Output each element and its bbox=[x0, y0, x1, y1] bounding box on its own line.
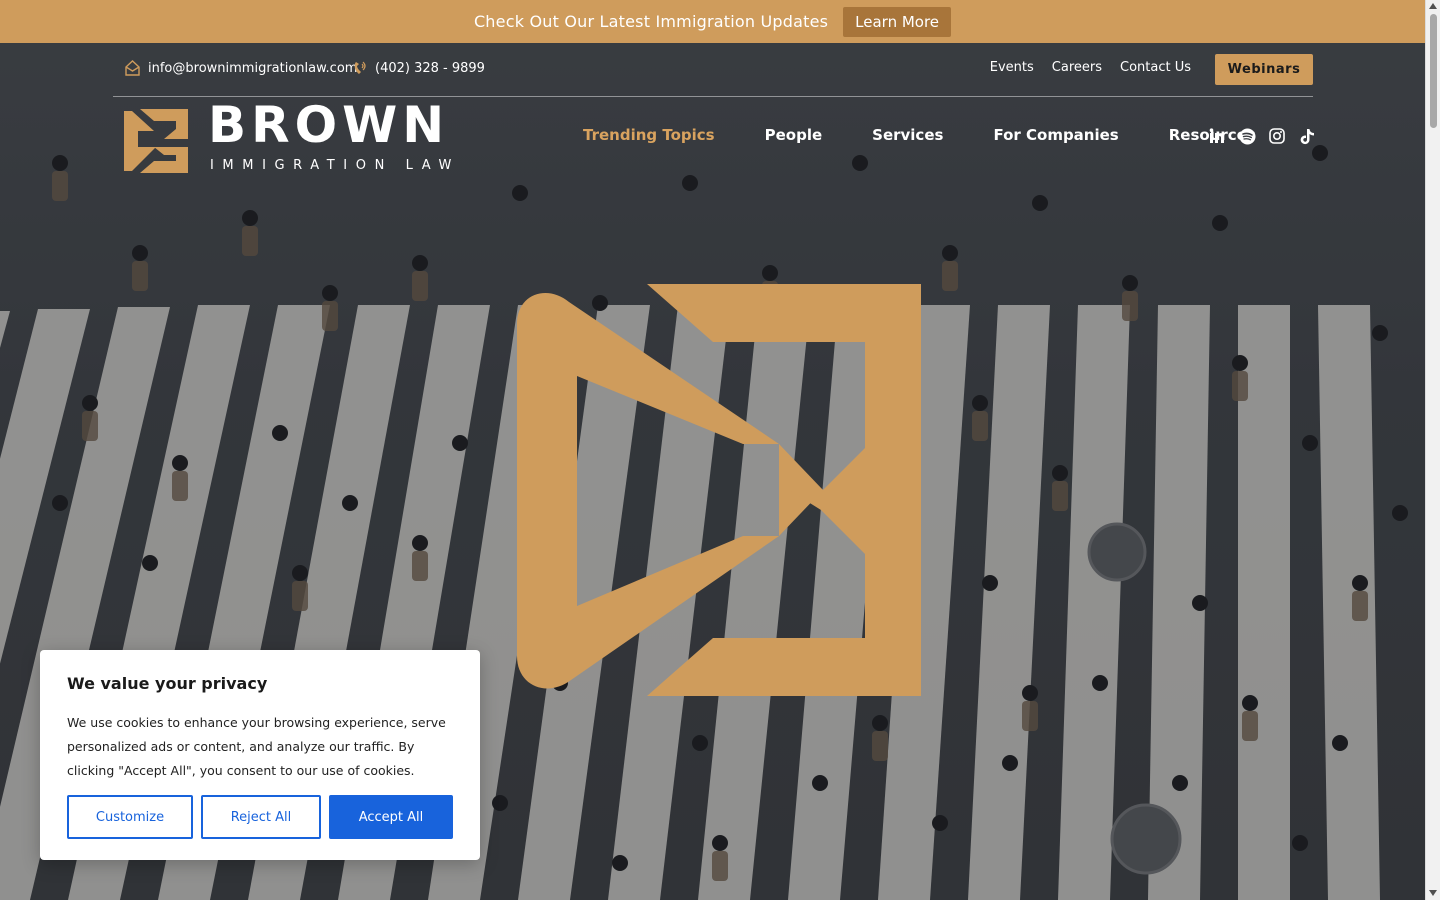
brand-mark-icon bbox=[124, 109, 188, 173]
hero-brand-mark bbox=[517, 284, 921, 696]
nav-people[interactable]: People bbox=[765, 126, 823, 144]
announcement-bar: Check Out Our Latest Immigration Updates… bbox=[0, 0, 1425, 43]
page-scrollbar[interactable] bbox=[1425, 0, 1440, 900]
main-nav: Trending Topics People Services For Comp… bbox=[583, 126, 1256, 144]
tiktok-icon[interactable] bbox=[1298, 127, 1316, 145]
careers-link[interactable]: Careers bbox=[1052, 60, 1102, 75]
scroll-down-icon[interactable] bbox=[1429, 890, 1437, 896]
cookie-description: We use cookies to enhance your browsing … bbox=[67, 715, 446, 778]
events-link[interactable]: Events bbox=[990, 60, 1034, 75]
customize-button[interactable]: Customize bbox=[67, 795, 193, 839]
cookie-consent-dialog: We value your privacy We use cookies to … bbox=[40, 650, 480, 860]
brand-logo[interactable]: BROWN IMMIGRATION LAW bbox=[124, 100, 474, 176]
social-links bbox=[1208, 127, 1316, 145]
logo-wordmark: BROWN bbox=[208, 96, 450, 154]
email-link[interactable]: info@brownimmigrationlaw.com bbox=[125, 60, 357, 76]
instagram-icon[interactable] bbox=[1268, 127, 1286, 145]
envelope-icon bbox=[125, 60, 140, 76]
scroll-thumb[interactable] bbox=[1430, 14, 1437, 128]
cookie-title: We value your privacy bbox=[67, 674, 268, 693]
reject-all-button[interactable]: Reject All bbox=[201, 795, 321, 839]
cookie-actions: Customize Reject All Accept All bbox=[67, 795, 453, 839]
phone-icon bbox=[354, 61, 366, 74]
linkedin-icon[interactable] bbox=[1208, 127, 1226, 145]
logo-subtitle: IMMIGRATION LAW bbox=[210, 158, 461, 173]
contact-us-link[interactable]: Contact Us bbox=[1120, 60, 1191, 75]
spotify-icon[interactable] bbox=[1238, 127, 1256, 145]
phone-text: (402) 328 - 9899 bbox=[375, 60, 485, 76]
utility-links: Events Careers Contact Us bbox=[990, 60, 1191, 75]
nav-trending-topics[interactable]: Trending Topics bbox=[583, 126, 715, 144]
email-text: info@brownimmigrationlaw.com bbox=[148, 60, 358, 76]
scroll-up-icon[interactable] bbox=[1429, 3, 1437, 9]
utility-bar: info@brownimmigrationlaw.com (402) 328 -… bbox=[113, 54, 1313, 86]
nav-services[interactable]: Services bbox=[872, 126, 943, 144]
learn-more-button[interactable]: Learn More bbox=[843, 6, 952, 37]
webinars-button[interactable]: Webinars bbox=[1215, 54, 1313, 85]
phone-link[interactable]: (402) 328 - 9899 bbox=[353, 60, 485, 76]
accept-all-button[interactable]: Accept All bbox=[329, 795, 453, 839]
nav-for-companies[interactable]: For Companies bbox=[993, 126, 1118, 144]
announcement-text: Check Out Our Latest Immigration Updates bbox=[473, 12, 829, 31]
